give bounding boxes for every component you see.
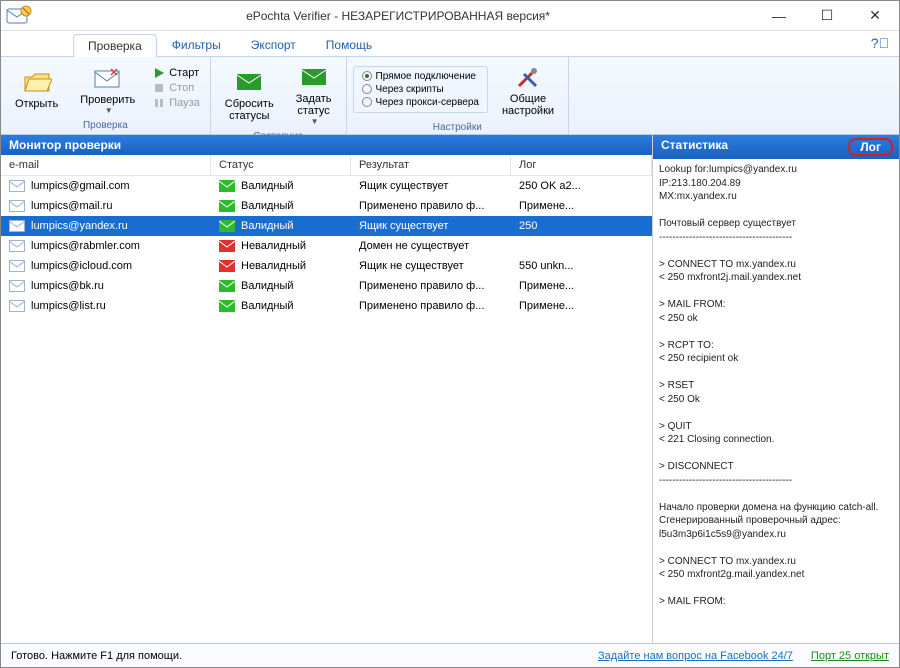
open-button[interactable]: Открыть [7, 64, 66, 112]
monitor-pane: Монитор проверки e-mail Статус Результат… [1, 135, 653, 643]
ribbon-tab-row: Проверка Фильтры Экспорт Помощь ?⃝ [1, 31, 899, 57]
pause-icon [153, 97, 165, 109]
log-content: Lookup for:lumpics@yandex.ruIP:213.180.2… [653, 159, 899, 643]
radio-direct[interactable]: Прямое подключение [362, 71, 479, 82]
tab-export[interactable]: Экспорт [236, 33, 311, 56]
help-icon[interactable]: ?⃝ [871, 35, 889, 51]
body-area: Монитор проверки e-mail Статус Результат… [1, 135, 899, 643]
ribbon: Открыть Проверить▼ Старт Стоп Пауза Пров… [1, 57, 899, 135]
stats-pane: Статистика Лог Lookup for:lumpics@yandex… [653, 135, 899, 643]
radio-proxy[interactable]: Через прокси-сервера [362, 97, 479, 108]
group-settings-label: Настройки [347, 121, 569, 136]
status-envelope-icon [219, 260, 235, 272]
app-icon [5, 4, 33, 28]
status-envelope-icon [219, 220, 235, 232]
port-link[interactable]: Порт 25 открыт [811, 650, 889, 662]
general-label: Общие настройки [502, 93, 554, 117]
status-envelope-icon [219, 280, 235, 292]
envelope-icon [9, 200, 25, 212]
folder-open-icon [22, 66, 52, 98]
stats-title: Статистика [661, 138, 728, 156]
col-result[interactable]: Результат [351, 155, 511, 175]
envelope-icon [9, 220, 25, 232]
tab-proverka[interactable]: Проверка [73, 34, 157, 57]
setstatus-label: Задать статус [296, 93, 332, 117]
table-row[interactable]: lumpics@mail.ruВалидныйПрименено правило… [1, 196, 652, 216]
reset-label: Сбросить статусы [225, 98, 274, 122]
grid-body: lumpics@gmail.comВалидныйЯщик существует… [1, 176, 652, 643]
table-row[interactable]: lumpics@list.ruВалидныйПрименено правило… [1, 296, 652, 316]
group-check-label: Проверка [1, 119, 210, 134]
table-row[interactable]: lumpics@bk.ruВалидныйПрименено правило ф… [1, 276, 652, 296]
tab-filters[interactable]: Фильтры [157, 33, 236, 56]
window-title: ePochta Verifier - НЕЗАРЕГИСТРИРОВАННАЯ … [37, 9, 759, 23]
envelope-icon [9, 240, 25, 252]
stop-icon [153, 82, 165, 94]
open-label: Открыть [15, 98, 58, 110]
status-envelope-icon [219, 200, 235, 212]
reset-status-button[interactable]: Сбросить статусы [217, 64, 282, 124]
status-ready: Готово. Нажмите F1 для помощи. [11, 650, 580, 662]
play-icon [153, 67, 165, 79]
app-window: ePochta Verifier - НЕЗАРЕГИСТРИРОВАННАЯ … [0, 0, 900, 668]
log-tab[interactable]: Лог [848, 138, 893, 156]
radio-dot-icon [362, 71, 372, 81]
grid-header: e-mail Статус Результат Лог [1, 155, 652, 176]
verify-label: Проверить [80, 94, 135, 106]
general-settings-button[interactable]: Общие настройки [494, 59, 562, 119]
envelope-check-icon [93, 62, 123, 94]
envelope-icon [9, 300, 25, 312]
envelope-icon [9, 280, 25, 292]
verify-button[interactable]: Проверить▼ [72, 60, 143, 117]
col-log[interactable]: Лог [511, 155, 652, 175]
tools-icon [514, 61, 542, 93]
statusbar: Готово. Нажмите F1 для помощи. Задайте н… [1, 643, 899, 667]
connection-mode-group: Прямое подключение Через скрипты Через п… [353, 66, 488, 113]
table-row[interactable]: lumpics@yandex.ruВалидныйЯщик существует… [1, 216, 652, 236]
stop-button[interactable]: Стоп [149, 81, 204, 95]
close-button[interactable]: ✕ [855, 5, 895, 27]
table-row[interactable]: lumpics@rabmler.comНевалидныйДомен не су… [1, 236, 652, 256]
envelope-icon [9, 260, 25, 272]
table-row[interactable]: lumpics@icloud.comНевалидныйЯщик не суще… [1, 256, 652, 276]
facebook-link[interactable]: Задайте нам вопрос на Facebook 24/7 [598, 650, 793, 662]
table-row[interactable]: lumpics@gmail.comВалидныйЯщик существует… [1, 176, 652, 196]
col-email[interactable]: e-mail [1, 155, 211, 175]
set-status-button[interactable]: Задать статус▼ [288, 59, 340, 128]
envelope-reset-icon [235, 66, 263, 98]
envelope-icon [9, 180, 25, 192]
monitor-header: Монитор проверки [1, 135, 652, 155]
tab-help[interactable]: Помощь [311, 33, 387, 56]
radio-dot-icon [362, 84, 372, 94]
status-envelope-icon [219, 240, 235, 252]
status-envelope-icon [219, 300, 235, 312]
stats-header: Статистика Лог [653, 135, 899, 159]
titlebar: ePochta Verifier - НЕЗАРЕГИСТРИРОВАННАЯ … [1, 1, 899, 31]
status-envelope-icon [219, 180, 235, 192]
minimize-button[interactable]: — [759, 5, 799, 27]
envelope-set-icon [300, 61, 328, 93]
radio-scripts[interactable]: Через скрипты [362, 84, 479, 95]
radio-dot-icon [362, 97, 372, 107]
col-status[interactable]: Статус [211, 155, 351, 175]
start-button[interactable]: Старт [149, 66, 204, 80]
maximize-button[interactable]: ☐ [807, 5, 847, 27]
pause-button[interactable]: Пауза [149, 96, 204, 110]
